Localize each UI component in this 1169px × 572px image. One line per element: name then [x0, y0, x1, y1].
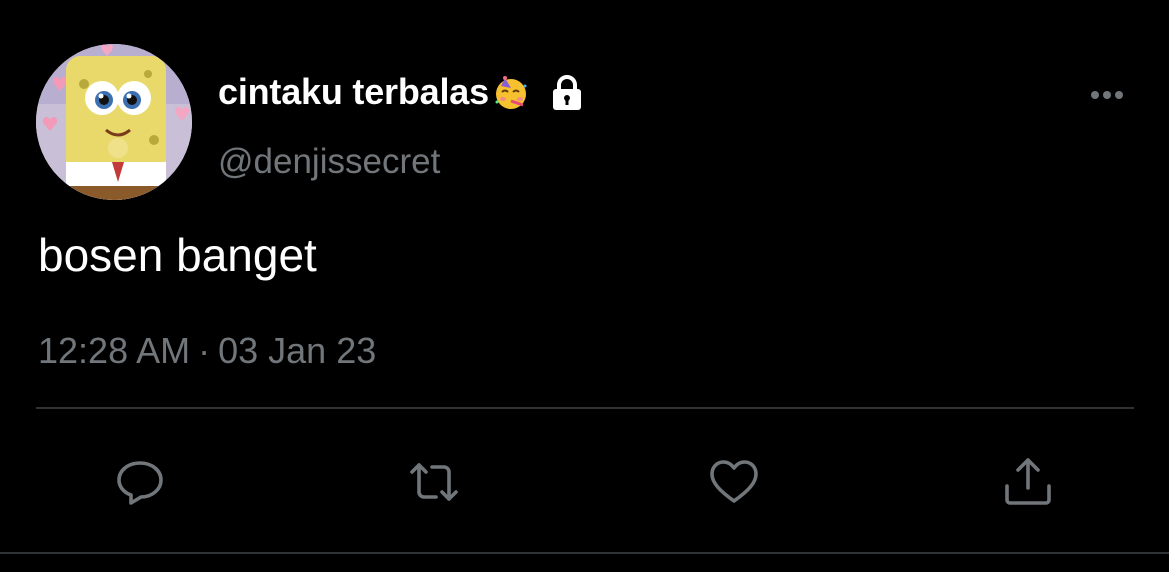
display-name[interactable]: cintaku terbalas: [218, 71, 489, 113]
partying-face-emoji: [491, 72, 531, 112]
tweet-time: 12:28 AM: [38, 330, 191, 371]
tweet-date: 03 Jan 23: [218, 330, 377, 371]
reply-button[interactable]: [112, 454, 168, 510]
like-button[interactable]: [706, 454, 762, 510]
author-name-row: cintaku terbalas: [218, 66, 587, 118]
heart-icon: [710, 460, 758, 503]
avatar[interactable]: [36, 44, 192, 200]
retweet-icon: [410, 463, 458, 501]
author-handle[interactable]: @denjissecret: [218, 142, 440, 182]
more-options-icon[interactable]: [1086, 84, 1128, 106]
share-icon: [1005, 458, 1051, 505]
tweet-detail: cintaku terbalas @denjissecret bosen ban…: [0, 0, 1169, 572]
timestamp-separator: ·: [198, 330, 211, 371]
lock-icon: [547, 72, 587, 112]
tweet-text: bosen banget: [38, 229, 317, 281]
retweet-button[interactable]: [406, 454, 462, 510]
share-button[interactable]: [1000, 454, 1056, 510]
reply-icon: [117, 461, 163, 505]
divider: [0, 552, 1169, 554]
avatar-image: [36, 44, 192, 200]
divider: [36, 407, 1134, 409]
tweet-timestamp[interactable]: 12:28 AM · 03 Jan 23: [38, 330, 376, 372]
